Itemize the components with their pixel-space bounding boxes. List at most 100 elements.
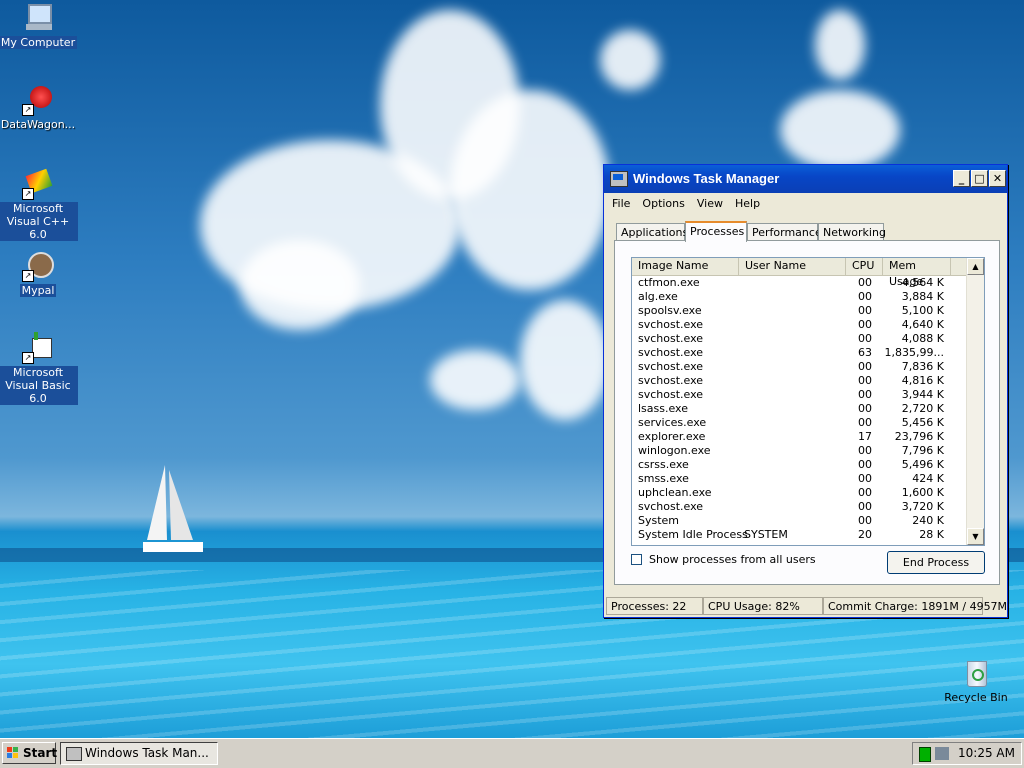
process-mem: 5,100 K — [901, 304, 944, 317]
close-button[interactable]: ✕ — [989, 170, 1006, 187]
table-row[interactable]: services.exe 00 5,456 K — [632, 416, 967, 430]
process-cpu: 00 — [858, 458, 872, 471]
vertical-scrollbar[interactable]: ▲ ▼ — [966, 258, 984, 545]
mypal-icon: ↗ — [22, 250, 54, 282]
column-user-name[interactable]: User Name — [739, 258, 846, 275]
table-row[interactable]: explorer.exe 17 23,796 K — [632, 430, 967, 444]
column-image-name[interactable]: Image Name — [632, 258, 739, 275]
scroll-thumb[interactable] — [967, 276, 984, 316]
process-cpu: 00 — [858, 318, 872, 331]
menu-view[interactable]: View — [691, 193, 729, 210]
table-row[interactable]: System 00 240 K — [632, 514, 967, 528]
desktop-icon-visual-cpp[interactable]: ↗ Microsoft Visual C++ 6.0 — [0, 168, 78, 241]
process-name: svchost.exe — [638, 332, 704, 345]
my-computer-icon — [22, 2, 54, 34]
table-row[interactable]: System Idle Process SYSTEM 20 28 K — [632, 528, 967, 542]
process-mem: 3,884 K — [901, 290, 944, 303]
process-mem: 3,720 K — [901, 500, 944, 513]
process-cpu: 63 — [858, 346, 872, 359]
task-manager-cpu-tray-icon[interactable] — [919, 747, 931, 762]
process-mem: 7,836 K — [901, 360, 944, 373]
table-row[interactable]: svchost.exe 00 4,640 K — [632, 318, 967, 332]
task-manager-window[interactable]: Windows Task Manager _ □ ✕ File Options Vi… — [603, 164, 1008, 618]
table-row[interactable]: smss.exe 00 424 K — [632, 472, 967, 486]
table-row[interactable]: ctfmon.exe 00 4,564 K — [632, 276, 967, 290]
task-manager-icon — [610, 171, 628, 187]
table-row[interactable]: alg.exe 00 3,884 K — [632, 290, 967, 304]
title-bar[interactable]: Windows Task Manager _ □ ✕ — [604, 165, 1007, 193]
network-tray-icon[interactable] — [935, 747, 949, 760]
table-row[interactable]: csrss.exe 00 5,496 K — [632, 458, 967, 472]
end-process-button[interactable]: End Process — [887, 551, 985, 574]
process-cpu: 17 — [858, 430, 872, 443]
process-name: svchost.exe — [638, 500, 704, 513]
column-mem-usage[interactable]: Mem Usage — [883, 258, 951, 288]
clock[interactable]: 10:25 AM — [958, 746, 1015, 760]
desktop-icon-recycle-bin[interactable]: Recycle Bin — [944, 657, 1008, 704]
show-all-users-checkbox[interactable] — [631, 554, 642, 565]
process-cpu: 00 — [858, 500, 872, 513]
desktop-icon-visual-basic[interactable]: ↗ Microsoft Visual Basic 6.0 — [0, 332, 78, 405]
tab-applications[interactable]: Applications — [616, 223, 688, 241]
taskbar: Start Windows Task Man... 10:25 AM — [0, 738, 1024, 768]
table-row[interactable]: svchost.exe 00 3,944 K — [632, 388, 967, 402]
system-tray: 10:25 AM — [912, 742, 1022, 765]
process-cpu: 00 — [858, 514, 872, 527]
desktop-icon-my-computer[interactable]: My Computer — [0, 2, 78, 49]
process-name: svchost.exe — [638, 346, 704, 359]
table-row[interactable]: lsass.exe 00 2,720 K — [632, 402, 967, 416]
tab-networking[interactable]: Networking — [818, 223, 886, 241]
process-cpu: 00 — [858, 332, 872, 345]
sailboat-image — [143, 465, 203, 552]
minimize-button[interactable]: _ — [953, 170, 970, 187]
scroll-up-button[interactable]: ▲ — [967, 258, 984, 275]
windows-logo-icon — [7, 747, 19, 759]
menu-options[interactable]: Options — [636, 193, 690, 210]
scroll-down-button[interactable]: ▼ — [967, 528, 984, 545]
taskbar-item-task-manager[interactable]: Windows Task Man... — [60, 742, 218, 765]
process-mem: 2,720 K — [901, 402, 944, 415]
show-all-users-label[interactable]: Show processes from all users — [649, 553, 816, 566]
table-row[interactable]: svchost.exe 00 3,720 K — [632, 500, 967, 514]
desktop-icon-mypal[interactable]: ↗ Mypal — [0, 250, 78, 297]
shortcut-arrow-icon: ↗ — [22, 104, 34, 116]
visual-cpp-icon: ↗ — [22, 168, 54, 200]
menu-file[interactable]: File — [606, 193, 636, 210]
process-name: System — [638, 514, 680, 527]
table-row[interactable]: winlogon.exe 00 7,796 K — [632, 444, 967, 458]
process-cpu: 00 — [858, 290, 872, 303]
process-name: spoolsv.exe — [638, 304, 702, 317]
table-row[interactable]: svchost.exe 00 7,836 K — [632, 360, 967, 374]
table-row[interactable]: uphclean.exe 00 1,600 K — [632, 486, 967, 500]
visual-basic-icon: ↗ — [22, 332, 54, 364]
process-mem: 3,944 K — [901, 388, 944, 401]
process-mem: 5,496 K — [901, 458, 944, 471]
process-name: System Idle Process — [638, 528, 748, 541]
process-rows: ctfmon.exe 00 4,564 Kalg.exe 00 3,884 Kspool… — [632, 276, 967, 542]
shortcut-arrow-icon: ↗ — [22, 352, 34, 364]
desktop-icon-datawagon[interactable]: ↗ DataWagon... — [0, 84, 78, 131]
process-cpu: 00 — [858, 486, 872, 499]
process-name: alg.exe — [638, 290, 678, 303]
process-name: smss.exe — [638, 472, 689, 485]
taskbar-item-label: Windows Task Man... — [85, 746, 209, 760]
tab-performance[interactable]: Performance — [747, 223, 822, 241]
process-cpu: 00 — [858, 360, 872, 373]
shortcut-arrow-icon: ↗ — [22, 270, 34, 282]
menu-help[interactable]: Help — [729, 193, 766, 210]
process-list[interactable]: Image Name User Name CPU Mem Usage ctfmo… — [631, 257, 985, 546]
process-mem: 4,088 K — [901, 332, 944, 345]
list-header: Image Name User Name CPU Mem Usage — [632, 258, 967, 288]
table-row[interactable]: svchost.exe 00 4,816 K — [632, 374, 967, 388]
table-row[interactable]: svchost.exe 63 1,835,99... — [632, 346, 967, 360]
process-name: ctfmon.exe — [638, 276, 700, 289]
table-row[interactable]: spoolsv.exe 00 5,100 K — [632, 304, 967, 318]
process-name: svchost.exe — [638, 374, 704, 387]
column-cpu[interactable]: CPU — [846, 258, 883, 275]
table-row[interactable]: svchost.exe 00 4,088 K — [632, 332, 967, 346]
tab-processes[interactable]: Processes — [685, 221, 747, 242]
process-cpu: 00 — [858, 416, 872, 429]
maximize-button[interactable]: □ — [971, 170, 988, 187]
process-mem: 4,640 K — [901, 318, 944, 331]
start-button[interactable]: Start — [2, 742, 57, 764]
